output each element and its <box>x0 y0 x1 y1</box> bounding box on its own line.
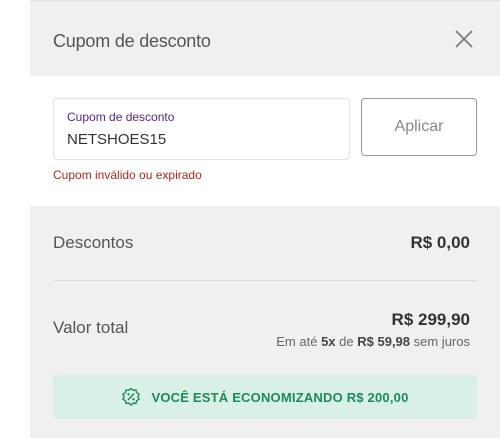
discounts-value: R$ 0,00 <box>410 233 470 252</box>
total-label: Valor total <box>53 318 129 337</box>
coupon-error-message: Cupom inválido ou expirado <box>53 168 202 182</box>
summary-divider <box>53 280 477 281</box>
coupon-field[interactable]: Cupom de desconto <box>53 98 350 160</box>
coupon-field-label: Cupom de desconto <box>67 110 175 124</box>
close-icon <box>455 30 473 48</box>
installments-suffix: sem juros <box>413 334 470 349</box>
coupon-header: Cupom de desconto <box>30 2 500 76</box>
apply-coupon-button[interactable]: Aplicar <box>361 98 477 156</box>
installments-prefix: Em até <box>276 334 318 349</box>
order-summary: Descontos R$ 0,00 Valor total R$ 299,90 … <box>30 206 500 438</box>
installments-of: de <box>339 334 354 349</box>
savings-banner: VOCÊ ESTÁ ECONOMIZANDO R$ 200,00 <box>53 375 477 419</box>
total-value: R$ 299,90 <box>391 310 470 329</box>
discounts-label: Descontos <box>53 233 134 252</box>
coupon-form: Cupom de desconto Aplicar Cupom inválido… <box>30 76 500 206</box>
close-coupon-button[interactable] <box>453 28 475 50</box>
coupon-section-title: Cupom de desconto <box>53 31 211 51</box>
installments-count: 5x <box>321 334 336 349</box>
installments-value: R$ 59,98 <box>357 334 411 349</box>
discount-badge-icon <box>121 387 141 407</box>
cart-summary-panel: Cupom de desconto Cupom de desconto Apli… <box>30 0 500 438</box>
coupon-input[interactable] <box>67 131 337 148</box>
savings-text: VOCÊ ESTÁ ECONOMIZANDO R$ 200,00 <box>151 389 409 405</box>
installments-info: Em até 5x de R$ 59,98 sem juros <box>276 334 470 349</box>
